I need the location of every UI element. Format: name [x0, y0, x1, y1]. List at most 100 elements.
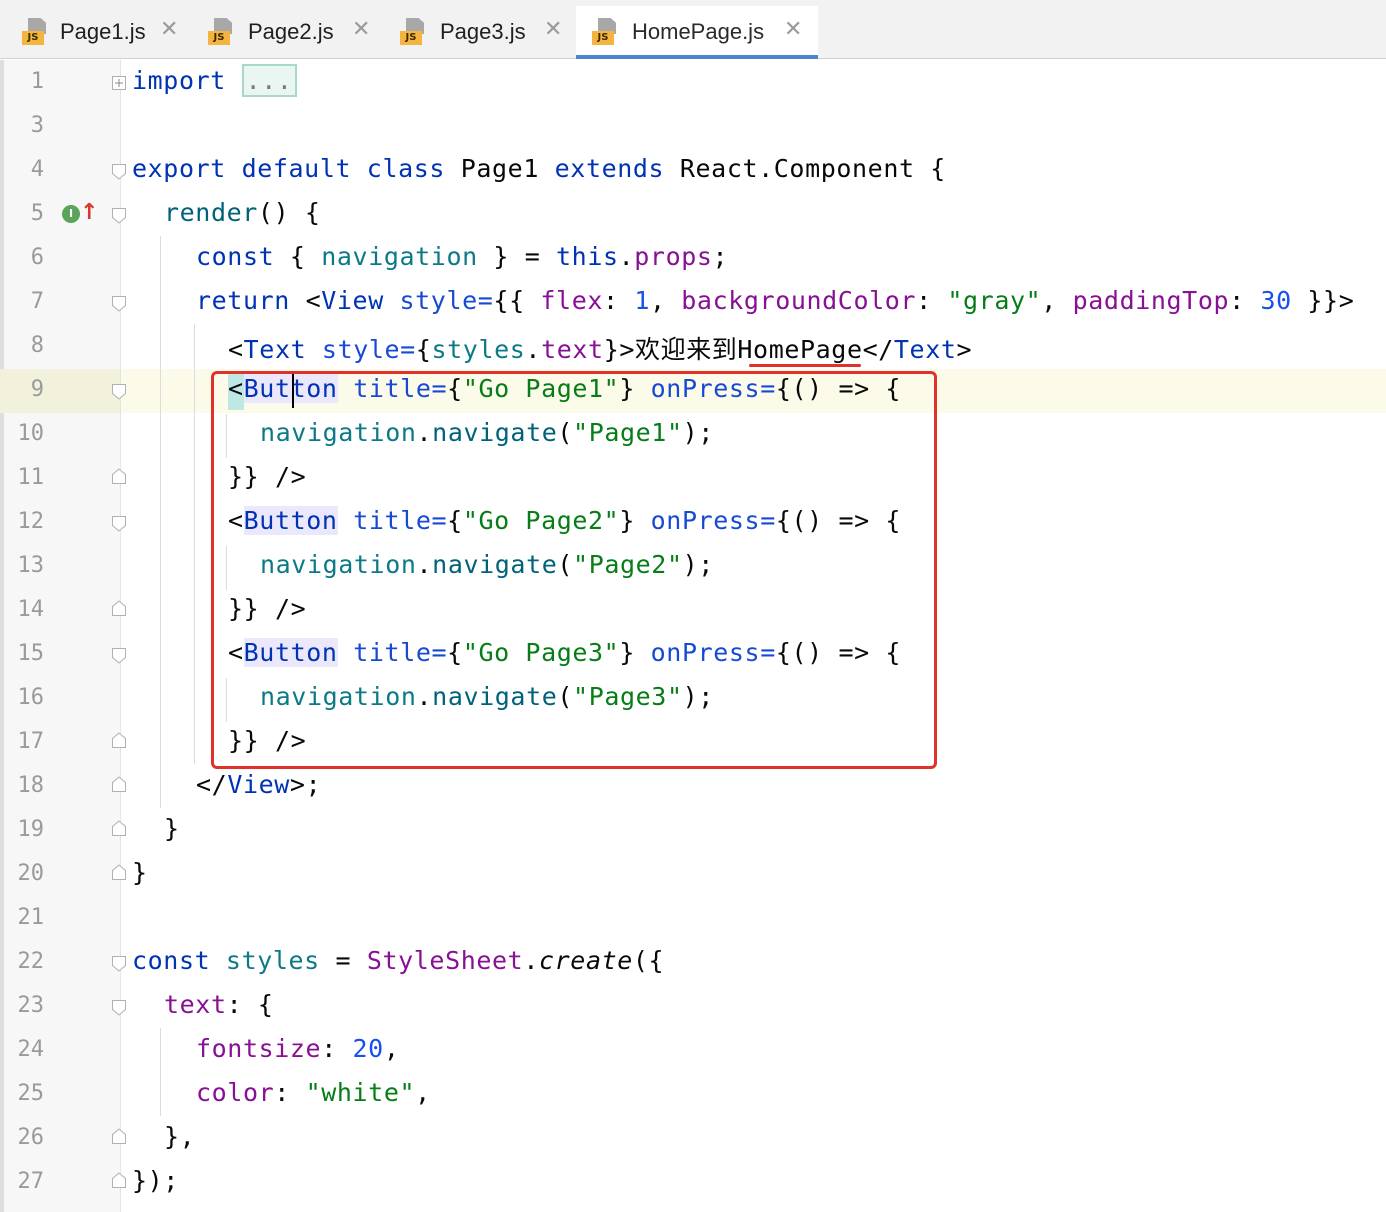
line-number: 9 — [30, 377, 44, 402]
line-number: 27 — [17, 1169, 45, 1194]
collapsed-imports[interactable]: ... — [241, 64, 297, 97]
fold-start-icon[interactable] — [112, 164, 126, 180]
line-number: 8 — [30, 333, 44, 358]
fold-start-icon[interactable] — [112, 648, 126, 664]
superclass: React.Component { — [679, 154, 946, 183]
fold-start-icon[interactable] — [112, 1000, 126, 1016]
code-line-23[interactable]: text: { — [164, 990, 274, 1019]
class-name: Page1 — [460, 154, 539, 183]
code-line-5[interactable]: render() { — [164, 198, 321, 227]
fold-start-icon[interactable] — [112, 516, 126, 532]
code-text: () { — [257, 198, 321, 227]
code-line-7[interactable]: return <View style={{ flex: 1, backgroun… — [196, 286, 1354, 315]
close-icon[interactable]: ✕ — [160, 17, 178, 42]
keyword: const — [132, 946, 211, 975]
fold-start-icon[interactable] — [112, 296, 126, 312]
code-line-20[interactable]: } — [132, 858, 148, 887]
fold-end-icon[interactable] — [112, 864, 126, 880]
close-icon[interactable]: ✕ — [352, 17, 370, 42]
code-line-8[interactable]: <Text style={styles.text}>欢迎来到HomePage</… — [228, 330, 972, 366]
close-icon[interactable]: ✕ — [784, 17, 802, 42]
code-text: </ — [196, 770, 228, 799]
fold-start-icon[interactable] — [112, 956, 126, 972]
code-text: }); — [132, 1166, 179, 1195]
jsx-tag: View — [227, 770, 290, 799]
annotation-underline — [749, 364, 861, 367]
code-line-19[interactable]: } — [164, 814, 180, 843]
tab-page1[interactable]: JS Page1.js ✕ — [12, 6, 190, 59]
variable: styles — [431, 335, 526, 364]
number: 20 — [352, 1034, 384, 1063]
fold-end-icon[interactable] — [112, 776, 126, 792]
code-text: : — [916, 286, 948, 315]
line-number: 5 — [30, 201, 44, 226]
js-file-icon: JS — [592, 18, 618, 46]
code-text: : — [603, 286, 635, 315]
line-number: 3 — [30, 113, 44, 138]
fold-end-icon[interactable] — [112, 600, 126, 616]
code-text: , — [1041, 286, 1073, 315]
fold-end-icon[interactable] — [112, 732, 126, 748]
line-number: 25 — [17, 1081, 45, 1106]
method-name: render — [164, 198, 258, 227]
override-arrow-icon[interactable]: ↑ — [80, 200, 98, 225]
code-text: < — [228, 335, 244, 364]
code-text: { — [415, 335, 432, 364]
code-line-22[interactable]: const styles = StyleSheet.create({ — [132, 946, 664, 975]
line-number: 7 — [30, 289, 44, 314]
property: backgroundColor — [681, 286, 917, 315]
code-line-25[interactable]: color: "white", — [196, 1078, 431, 1107]
code-text: : — [1229, 286, 1261, 315]
line-number: 10 — [17, 421, 45, 446]
line-number: 4 — [30, 157, 44, 182]
fold-end-icon[interactable] — [112, 1128, 126, 1144]
tab-homepage[interactable]: JS HomePage.js ✕ — [576, 6, 818, 59]
property: fontsize — [196, 1034, 322, 1063]
editor-tab-bar: JS Page1.js ✕ JS Page2.js ✕ JS Page3.js … — [0, 0, 1386, 59]
indent-guide — [160, 236, 161, 808]
tab-label: Page1.js — [60, 19, 146, 44]
fold-expand-icon[interactable] — [112, 76, 126, 90]
property: flex — [540, 286, 603, 315]
code-text: . — [618, 242, 635, 271]
tab-page2[interactable]: JS Page2.js ✕ — [198, 6, 380, 59]
code-line-27[interactable]: }); — [132, 1166, 179, 1195]
keyword: default — [241, 154, 352, 183]
line-number: 16 — [17, 685, 45, 710]
line-number: 23 — [17, 993, 45, 1018]
code-line-24[interactable]: fontsize: 20, — [196, 1034, 400, 1063]
code-text: ; — [712, 242, 729, 271]
method-name: create — [538, 946, 633, 975]
fold-end-icon[interactable] — [112, 820, 126, 836]
code-line-1[interactable]: import ... — [132, 64, 297, 97]
code-text: = — [319, 946, 367, 975]
keyword: extends — [554, 154, 665, 183]
line-number: 20 — [17, 861, 45, 886]
code-line-18[interactable]: </View>; — [196, 770, 321, 799]
implements-method-icon[interactable]: I — [62, 205, 80, 223]
tab-label: HomePage.js — [632, 19, 765, 44]
line-number: 26 — [17, 1125, 45, 1150]
tab-page3[interactable]: JS Page3.js ✕ — [390, 6, 572, 59]
line-number: 1 — [30, 69, 44, 94]
keyword: import — [132, 66, 226, 95]
string: "white" — [305, 1078, 416, 1107]
fold-start-icon[interactable] — [112, 384, 126, 400]
code-text: } — [164, 814, 180, 843]
gutter-divider — [120, 60, 121, 1212]
tab-label: Page2.js — [248, 19, 334, 44]
keyword: return — [196, 286, 290, 315]
fold-start-icon[interactable] — [112, 208, 126, 224]
code-line-4[interactable]: export default class Page1 extends React… — [132, 154, 946, 183]
line-number: 12 — [17, 509, 45, 534]
line-number: 19 — [17, 817, 45, 842]
code-line-26[interactable]: }, — [164, 1122, 195, 1151]
close-icon[interactable]: ✕ — [544, 17, 562, 42]
js-file-icon: JS — [208, 18, 234, 46]
string: "gray" — [947, 286, 1042, 315]
fold-end-icon[interactable] — [112, 1172, 126, 1188]
fold-end-icon[interactable] — [112, 468, 126, 484]
variable: navigation — [321, 242, 478, 271]
code-line-6[interactable]: const { navigation } = this.props; — [196, 242, 728, 271]
